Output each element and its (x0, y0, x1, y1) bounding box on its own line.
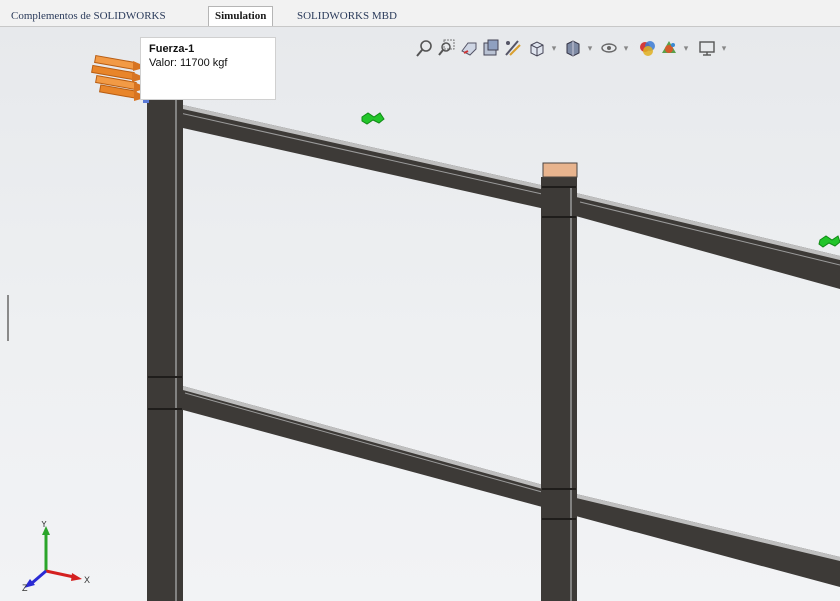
tab-solidworks-addins[interactable]: Complementos de SOLIDWORKS (4, 6, 173, 26)
view-settings-dropdown[interactable]: ▾ (720, 41, 728, 55)
column-left (147, 87, 183, 601)
beam-top-right (572, 192, 840, 289)
axis-z-line (31, 569, 47, 585)
heads-up-view-toolbar: ▾ ▾ ▾ ▾ ▾ (410, 37, 810, 59)
view-settings-icon[interactable] (696, 37, 718, 59)
zoom-to-area-icon[interactable] (436, 37, 458, 59)
view-orientation-icon[interactable] (526, 37, 548, 59)
graphics-area[interactable]: Fuerza-1 Valor: 11700 kgf ▾ ▾ ▾ ▾ ▾ Y X … (0, 27, 840, 601)
display-style-dropdown[interactable]: ▾ (586, 41, 594, 55)
tab-simulation[interactable]: Simulation (208, 6, 274, 26)
reference-triad: Y X Z (20, 519, 100, 593)
fixture-icon[interactable] (361, 112, 385, 125)
axis-z-label: Z (22, 583, 28, 591)
section-view-icon[interactable] (480, 37, 502, 59)
apply-scene-dropdown[interactable]: ▾ (682, 41, 690, 55)
callout-value: Valor: 11700 kgf (149, 57, 228, 69)
model-scene[interactable] (0, 27, 840, 601)
display-style-icon[interactable] (562, 37, 584, 59)
axis-y-label: Y (41, 521, 47, 529)
callout-title: Fuerza-1 (149, 43, 195, 55)
edit-appearance-icon[interactable] (636, 37, 658, 59)
hide-show-dropdown[interactable]: ▾ (622, 41, 630, 55)
axis-x-line (45, 569, 75, 579)
panel-splitter-handle[interactable] (7, 295, 9, 341)
command-manager-tabs: Complementos de SOLIDWORKS Simulation SO… (0, 0, 840, 27)
dynamic-annotation-icon[interactable] (502, 37, 524, 59)
force-callout: Fuerza-1 Valor: 11700 kgf (140, 37, 276, 100)
previous-view-icon[interactable] (458, 37, 480, 59)
column-top-cap (542, 162, 578, 178)
view-orientation-dropdown[interactable]: ▾ (550, 41, 558, 55)
fixture-icon[interactable] (818, 235, 840, 248)
axis-x-label: X (84, 575, 90, 585)
hide-show-items-icon[interactable] (598, 37, 620, 59)
tab-solidworks-mbd[interactable]: SOLIDWORKS MBD (290, 6, 404, 26)
apply-scene-icon[interactable] (658, 37, 680, 59)
beam-bottom-right (572, 493, 840, 587)
zoom-to-fit-icon[interactable] (414, 37, 436, 59)
